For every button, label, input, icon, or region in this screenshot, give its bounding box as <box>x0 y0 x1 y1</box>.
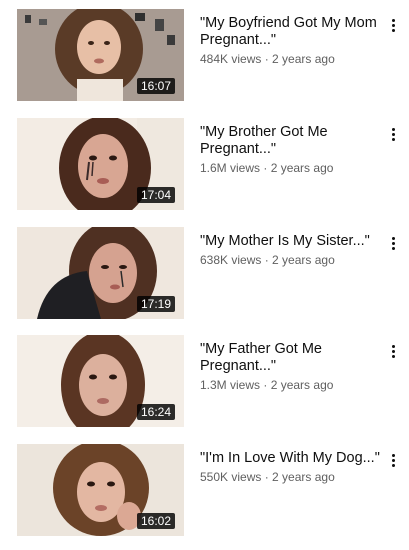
video-title[interactable]: "My Boyfriend Got My Mom Pregnant..." <box>200 15 380 49</box>
more-vert-icon[interactable] <box>386 124 400 144</box>
video-meta: 550K views · 2 years ago <box>200 469 380 485</box>
video-age: 2 years ago <box>272 470 335 484</box>
video-meta: 638K views · 2 years ago <box>200 252 380 268</box>
more-vert-icon[interactable] <box>386 450 400 470</box>
video-views: 484K views <box>200 52 262 66</box>
video-thumbnail[interactable]: 16:24 <box>17 335 184 427</box>
video-list-item[interactable]: 17:19 "My Mother Is My Sister..." 638K v… <box>0 227 409 327</box>
video-duration: 17:19 <box>136 296 175 312</box>
video-title[interactable]: "My Mother Is My Sister..." <box>200 233 380 250</box>
video-title[interactable]: "My Father Got Me Pregnant..." <box>200 341 380 375</box>
video-duration: 17:04 <box>136 187 175 203</box>
video-duration: 16:07 <box>136 78 175 94</box>
video-age: 2 years ago <box>272 253 335 267</box>
video-title[interactable]: "I'm In Love With My Dog..." <box>200 450 380 467</box>
meta-separator: · <box>261 470 273 484</box>
video-age: 2 years ago <box>270 378 334 392</box>
video-age: 2 years ago <box>272 52 335 66</box>
more-vert-icon[interactable] <box>386 15 400 35</box>
video-list-item[interactable]: 16:02 "I'm In Love With My Dog..." 550K … <box>0 444 409 544</box>
video-list-item[interactable]: 17:04 "My Brother Got Me Pregnant..." 1.… <box>0 118 409 218</box>
more-vert-icon[interactable] <box>386 341 400 361</box>
meta-separator: · <box>261 52 273 66</box>
video-views: 638K views <box>200 253 262 267</box>
video-age: 2 years ago <box>270 161 334 175</box>
video-duration: 16:02 <box>136 513 175 529</box>
video-views: 550K views <box>200 470 262 484</box>
meta-separator: · <box>261 253 273 267</box>
video-list-item[interactable]: 16:24 "My Father Got Me Pregnant..." 1.3… <box>0 335 409 435</box>
more-vert-icon[interactable] <box>386 233 400 253</box>
video-meta: 484K views · 2 years ago <box>200 51 380 67</box>
video-thumbnail[interactable]: 16:02 <box>17 444 184 536</box>
video-duration: 16:24 <box>136 404 175 420</box>
video-list-item[interactable]: 16:07 "My Boyfriend Got My Mom Pregnant.… <box>0 9 409 109</box>
meta-separator: · <box>260 161 271 175</box>
meta-separator: · <box>260 378 271 392</box>
video-meta: 1.3M views · 2 years ago <box>200 377 380 393</box>
video-views: 1.3M views <box>200 378 261 392</box>
video-thumbnail[interactable]: 17:19 <box>17 227 184 319</box>
video-meta: 1.6M views · 2 years ago <box>200 160 380 176</box>
video-views: 1.6M views <box>200 161 261 175</box>
video-thumbnail[interactable]: 16:07 <box>17 9 184 101</box>
video-thumbnail[interactable]: 17:04 <box>17 118 184 210</box>
video-title[interactable]: "My Brother Got Me Pregnant..." <box>200 124 380 158</box>
